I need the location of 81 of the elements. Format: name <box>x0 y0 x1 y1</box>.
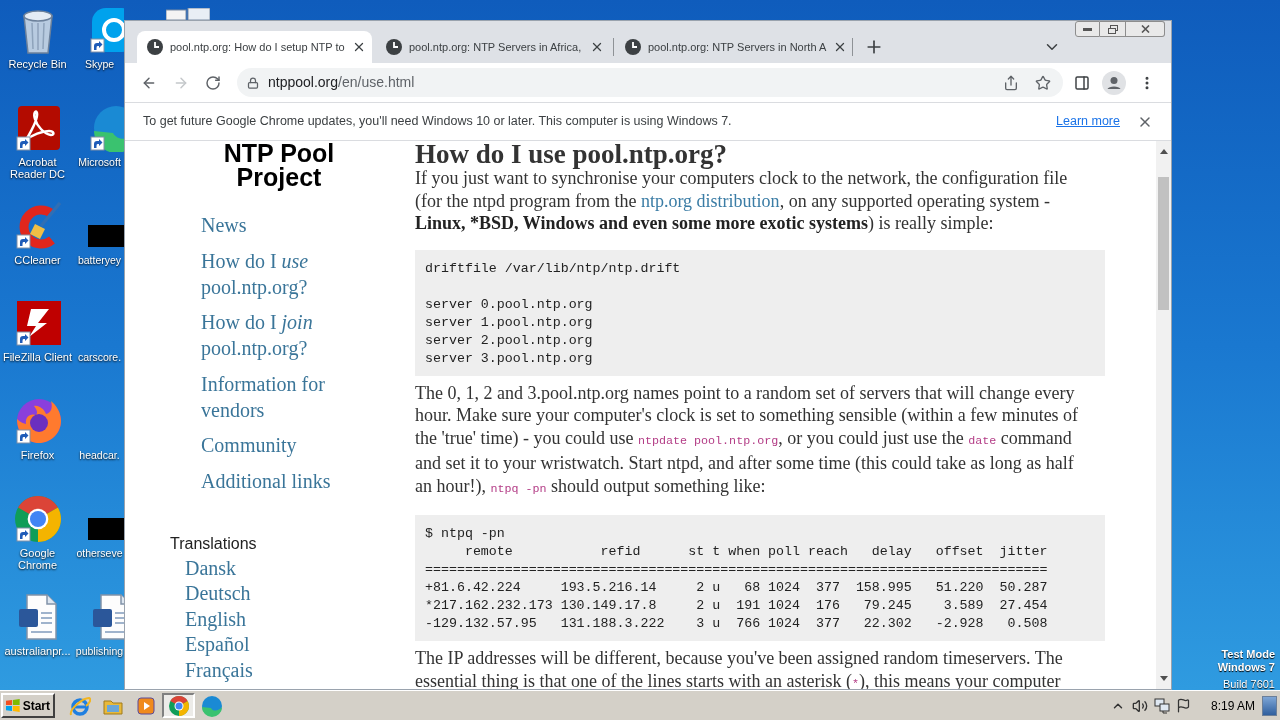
body-paragraph: If you just want to synchronise your computers clock to the network, the configuration file (for the ntpd program from the ntp.org distribution, on any supported operating system - Linux, *BSD, Windows and even some more exotic systems) is really simple: <box>415 168 1069 235</box>
language-link[interactable]: Deutsch <box>185 581 251 607</box>
nav-link[interactable]: How do I join pool.ntp.org? <box>201 309 351 361</box>
desktop-icon-label[interactable]: batteryey <box>77 253 122 266</box>
nav-link[interactable]: How do I use pool.ntp.org? <box>201 247 351 300</box>
show-desktop-button[interactable] <box>1262 695 1277 716</box>
language-link[interactable]: Dansk <box>185 555 237 581</box>
desktop-icon-label[interactable]: Firefox <box>20 449 55 462</box>
network-icon[interactable] <box>1153 697 1170 714</box>
document-icon[interactable] <box>166 8 210 20</box>
clock-icon <box>147 39 163 55</box>
update-notice: To get future Google Chrome updates, you'll need Windows 10 or later. This computer is using Windows 7. <box>143 113 732 131</box>
site-logo[interactable]: NTP Pool Project <box>214 141 344 189</box>
system-note-text: Test Mode <box>1221 648 1275 661</box>
media-player-icon <box>134 694 157 717</box>
desktop-icon-label[interactable]: carscore. <box>77 351 122 364</box>
internet-explorer-icon <box>68 694 91 717</box>
translations-heading: Translations <box>170 533 258 554</box>
lock-icon[interactable] <box>247 76 259 89</box>
close-icon <box>1140 25 1150 33</box>
refresh-icon[interactable] <box>205 74 221 91</box>
side-panel-icon[interactable] <box>1074 74 1090 91</box>
body-paragraph: The 0, 1, 2 and 3.pool.ntp.org names point to a random set of servers that will change every hour. Make sure your computer's clock is set to something sensible (within a few minutes of the 'true' time) - you could use ntpdate pool.ntp.org, or you could just use the date command and set it to your wristwatch. Start ntpd, and after some time (this could take as long as half an hour!), ntpq -pn should output something like: <box>415 381 1080 498</box>
desktop-icon-label[interactable]: FileZilla Client <box>2 351 73 364</box>
star-icon[interactable] <box>1035 74 1051 91</box>
minimize-icon <box>1083 27 1092 31</box>
person-icon[interactable] <box>1102 70 1126 95</box>
system-note-text: Windows 7 <box>1217 661 1275 674</box>
text-link[interactable]: ntp.org distribution <box>640 190 780 211</box>
flag-icon[interactable] <box>1176 698 1192 713</box>
share-icon[interactable] <box>1003 74 1019 91</box>
minimize-button[interactable] <box>1075 21 1100 37</box>
code-block: $ ntpq -pn remote refid st t when poll reach delay offset jitter ============================================================================== +81.6.42.224 193.5.216.14 2 u 68 1024 377 158.995 51.220 50.287 *217.162.232.173 130.149.17.8 2 u 191 1024 176 79.245 3.589 27.454 -129.132.57.95 131.188.3.222 3 u 766 1024 377 22.302 -2.928 0.508 <box>415 515 1105 641</box>
nav-link[interactable]: Information for vendors <box>201 370 351 423</box>
language-link[interactable]: English <box>185 606 247 632</box>
desktop-icon-label[interactable]: Microsoft <box>78 155 121 168</box>
system-note-text: Build 7601 <box>1223 678 1275 690</box>
desktop-icon-label[interactable]: australianpr... <box>4 644 71 657</box>
desktop-icon-label[interactable]: Acrobat Reader DC <box>1 155 74 180</box>
desktop-icon-label[interactable]: headcar. <box>79 449 120 462</box>
clock-icon <box>625 39 641 55</box>
redaction-icon <box>88 518 124 540</box>
scroll-down-icon[interactable] <box>1159 676 1168 681</box>
redaction-icon <box>88 224 124 247</box>
restore-button[interactable] <box>1100 21 1126 37</box>
edge-icon <box>200 694 223 717</box>
desktop-icon-label[interactable]: otherseve <box>76 547 123 559</box>
restore-icon <box>1107 24 1118 34</box>
close-button[interactable] <box>1126 21 1165 37</box>
filezilla-icon[interactable] <box>13 299 62 348</box>
desktop-icon-label[interactable]: Skype <box>84 58 115 70</box>
code-block: driftfile /var/lib/ntp/ntp.drift server 0.pool.ntp.org server 1.pool.ntp.org server 2.pool.ntp.org server 3.pool.ntp.org <box>415 249 1105 376</box>
language-link[interactable]: Français <box>185 657 253 683</box>
language-link[interactable]: Español <box>185 632 250 658</box>
learn-more-link[interactable]: Learn more <box>1056 112 1120 131</box>
nav-link[interactable]: Community <box>201 432 351 458</box>
taskbar-app-button[interactable] <box>162 693 195 718</box>
start-button[interactable]: Start <box>1 693 55 718</box>
chrome-icon[interactable] <box>13 495 62 543</box>
clock-icon <box>386 39 402 55</box>
nav-link[interactable]: Additional links <box>201 467 351 494</box>
desktop-icon-label[interactable]: CCleaner <box>14 253 61 266</box>
acrobat-icon[interactable] <box>13 103 62 152</box>
windows-logo-icon <box>6 698 20 713</box>
chrome-icon <box>167 694 190 717</box>
address-bar[interactable]: ntppool.org/en/use.html <box>237 68 1063 97</box>
clock-time[interactable]: 8:19 AM <box>1210 696 1255 715</box>
desktop-icon-label[interactable]: Google Chrome <box>1 547 74 571</box>
page-heading: How do I use pool.ntp.org? <box>415 141 729 167</box>
ccleaner-icon[interactable] <box>13 201 62 250</box>
firefox-icon[interactable] <box>13 397 62 446</box>
scroll-up-icon[interactable] <box>1159 149 1168 154</box>
skype-icon[interactable] <box>88 6 124 54</box>
desktop-icon-label[interactable]: publishing <box>75 644 124 657</box>
close-icon[interactable] <box>590 40 604 54</box>
browser-tab[interactable]: pool.ntp.org: How do I setup NTP to <box>137 31 372 63</box>
scrollbar[interactable] <box>1156 141 1171 689</box>
scrollbar-thumb[interactable] <box>1158 177 1169 310</box>
desktop-icon-label[interactable]: Recycle Bin <box>8 58 67 70</box>
speaker-icon[interactable] <box>1131 697 1148 714</box>
nav-link[interactable]: News <box>201 212 351 238</box>
